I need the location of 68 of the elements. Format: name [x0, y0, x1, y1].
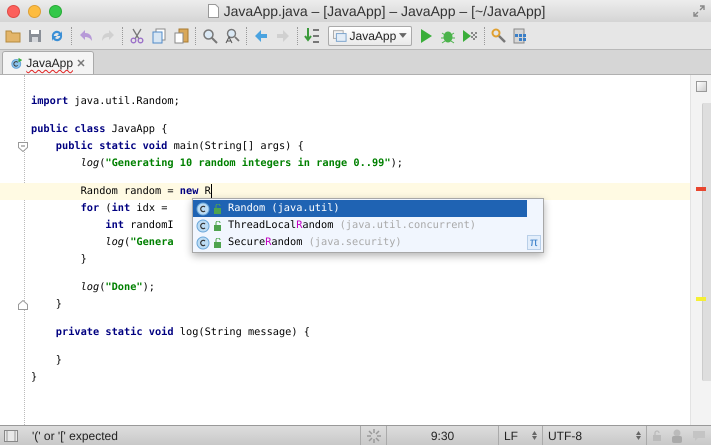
close-window-button[interactable] [7, 4, 20, 18]
run-configuration-dropdown[interactable]: JavaApp [328, 26, 412, 46]
code-line: import java.util.Random; [31, 94, 180, 109]
code-line: public class JavaApp { [31, 122, 168, 137]
code-line: log("Genera [104, 234, 174, 250]
code-line: Random random = new R [80, 184, 211, 199]
paste-icon[interactable] [173, 28, 189, 44]
up-down-icon [636, 431, 641, 440]
search-icon[interactable] [202, 28, 218, 44]
fold-marker-icon[interactable] [18, 142, 28, 152]
back-arrow-icon[interactable] [253, 28, 269, 44]
code-line: log("Done"); [80, 280, 156, 295]
code-line: int randomI [104, 218, 174, 233]
wrench-icon[interactable] [491, 28, 507, 44]
caret-icon [399, 33, 407, 38]
folder-icon[interactable] [5, 28, 21, 44]
unlock-icon [213, 238, 222, 248]
code-line: for (int idx = [80, 200, 168, 216]
completion-item[interactable]: SecureRandom (java.security) [193, 234, 527, 251]
encoding-selector[interactable]: UTF-8 [542, 426, 646, 445]
completion-item[interactable]: ThreadLocalRandom (java.util.concurrent) [193, 217, 527, 234]
encoding-label: UTF-8 [548, 428, 582, 444]
tab-label: JavaApp [26, 55, 73, 72]
class-icon [11, 56, 22, 70]
document-icon [208, 4, 219, 18]
line-separator-label: LF [504, 428, 518, 444]
project-structure-icon[interactable] [513, 28, 529, 44]
error-marker[interactable] [696, 187, 706, 191]
status-message: '(' or '[' expected [32, 428, 118, 444]
close-icon[interactable] [77, 59, 85, 67]
warning-marker[interactable] [696, 297, 706, 301]
class-icon [196, 236, 210, 250]
fullscreen-icon[interactable] [693, 5, 705, 17]
fold-marker-icon[interactable] [18, 300, 28, 310]
replace-icon[interactable] [224, 28, 240, 44]
run-icon[interactable] [418, 28, 434, 44]
pi-symbol[interactable]: π [526, 235, 541, 250]
scrollbar[interactable] [702, 103, 711, 381]
code-line: } [54, 296, 62, 312]
copy-icon[interactable] [151, 28, 167, 44]
save-icon[interactable] [27, 28, 43, 44]
window-title: JavaApp.java – [JavaApp] – JavaApp – [~/JavaApp] [224, 2, 546, 21]
window-icon [333, 30, 347, 42]
code-line: } [54, 352, 62, 368]
text-caret [210, 184, 212, 199]
completion-item[interactable]: Random (java.util) [193, 200, 527, 217]
code-line: public static void main(String[] args) { [54, 138, 304, 154]
inspection-indicator[interactable] [696, 81, 707, 92]
caret-position[interactable]: 9:30 [386, 426, 498, 445]
coverage-icon[interactable] [462, 28, 478, 44]
code-line: } [80, 252, 87, 267]
undo-icon[interactable] [78, 28, 94, 44]
zoom-window-button[interactable] [49, 4, 62, 18]
editor-tab[interactable]: JavaApp [2, 51, 94, 74]
code-line: } [31, 370, 38, 385]
spinner-icon [366, 428, 380, 442]
class-icon [196, 202, 210, 216]
unlock-icon [213, 204, 222, 214]
code-line: log("Generating 10 random integers in range 0..99"); [80, 156, 403, 171]
scissors-icon[interactable] [129, 28, 145, 44]
class-icon [196, 218, 210, 232]
code-line: private static void log(String message) { [54, 324, 310, 340]
up-down-icon [532, 431, 537, 440]
minimize-window-button[interactable] [28, 4, 41, 18]
unlock-icon [213, 220, 222, 230]
inspector-icon[interactable] [670, 428, 683, 442]
make-project-icon[interactable] [304, 26, 320, 44]
panel-toggle-icon[interactable] [4, 430, 18, 442]
